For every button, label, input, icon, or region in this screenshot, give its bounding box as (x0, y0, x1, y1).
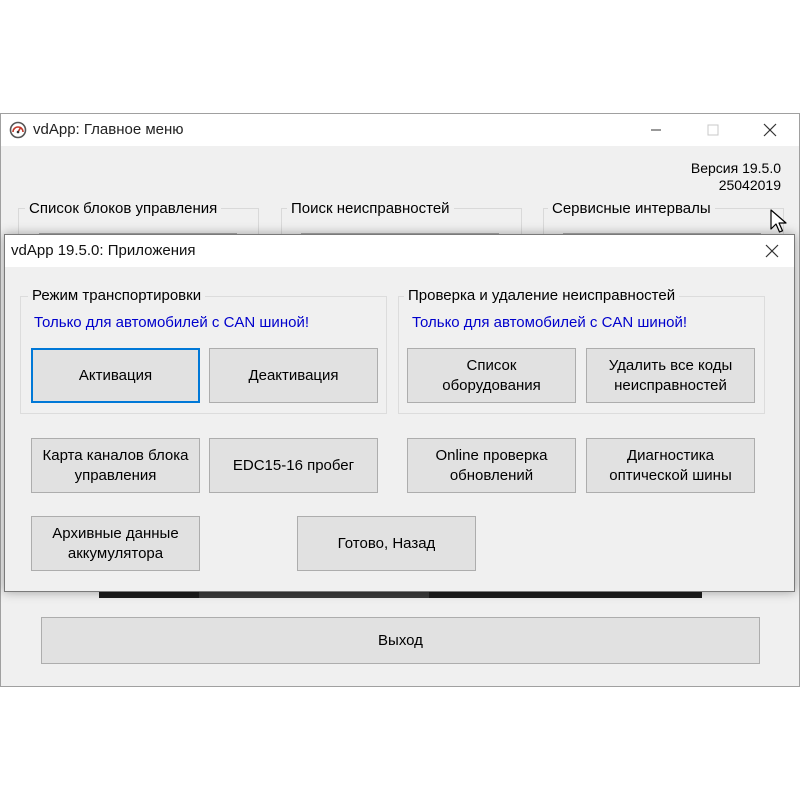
version-info: Версия 19.5.0 25042019 (691, 160, 781, 194)
edc-mileage-button[interactable]: EDC15-16 пробег (209, 438, 378, 493)
battery-archive-button[interactable]: Архивные данные аккумулятора (31, 516, 200, 571)
maximize-icon (707, 124, 719, 136)
close-icon (763, 123, 777, 137)
transport-can-note: Только для автомобилей с CAN шиной! (34, 314, 309, 331)
mouse-cursor-icon (770, 209, 787, 233)
minimize-button[interactable] (633, 114, 679, 146)
exit-button[interactable]: Выход (41, 617, 760, 664)
main-window-title: vdApp: Главное меню (33, 121, 184, 138)
main-close-button[interactable] (747, 114, 793, 146)
channel-map-button[interactable]: Карта каналов блока управления (31, 438, 200, 493)
close-icon (765, 244, 779, 258)
transport-mode-label: Режим транспортировки (28, 287, 206, 304)
dialog-title: vdApp 19.5.0: Приложения (11, 242, 196, 259)
dialog-close-button[interactable] (749, 235, 795, 267)
done-back-button[interactable]: Готово, Назад (297, 516, 476, 571)
dialog-titlebar[interactable]: vdApp 19.5.0: Приложения (5, 235, 794, 267)
background-image-strip (99, 591, 702, 598)
fault-can-note: Только для автомобилей с CAN шиной! (412, 314, 687, 331)
version-line: Версия 19.5.0 (690, 160, 781, 176)
section-fault-search-label: Поиск неисправностей (287, 200, 454, 217)
deactivate-button[interactable]: Деактивация (209, 348, 378, 403)
activate-button[interactable]: Активация (31, 348, 200, 403)
online-update-check-button[interactable]: Online проверка обновлений (407, 438, 576, 493)
section-service-intervals-label: Сервисные интервалы (548, 200, 715, 217)
fault-check-label: Проверка и удаление неисправностей (404, 287, 680, 304)
build-line: 25042019 (718, 177, 781, 193)
minimize-icon (651, 129, 661, 131)
clear-fault-codes-button[interactable]: Удалить все коды неисправностей (586, 348, 755, 403)
applications-dialog: vdApp 19.5.0: Приложения Режим транспорт… (4, 234, 795, 592)
equipment-list-button[interactable]: Список оборудования (407, 348, 576, 403)
speedometer-icon (9, 121, 27, 139)
optical-bus-diagnostics-button[interactable]: Диагностика оптической шины (586, 438, 755, 493)
maximize-button[interactable] (690, 114, 736, 146)
section-control-units-label: Список блоков управления (25, 200, 222, 217)
main-titlebar[interactable]: vdApp: Главное меню (1, 114, 799, 146)
